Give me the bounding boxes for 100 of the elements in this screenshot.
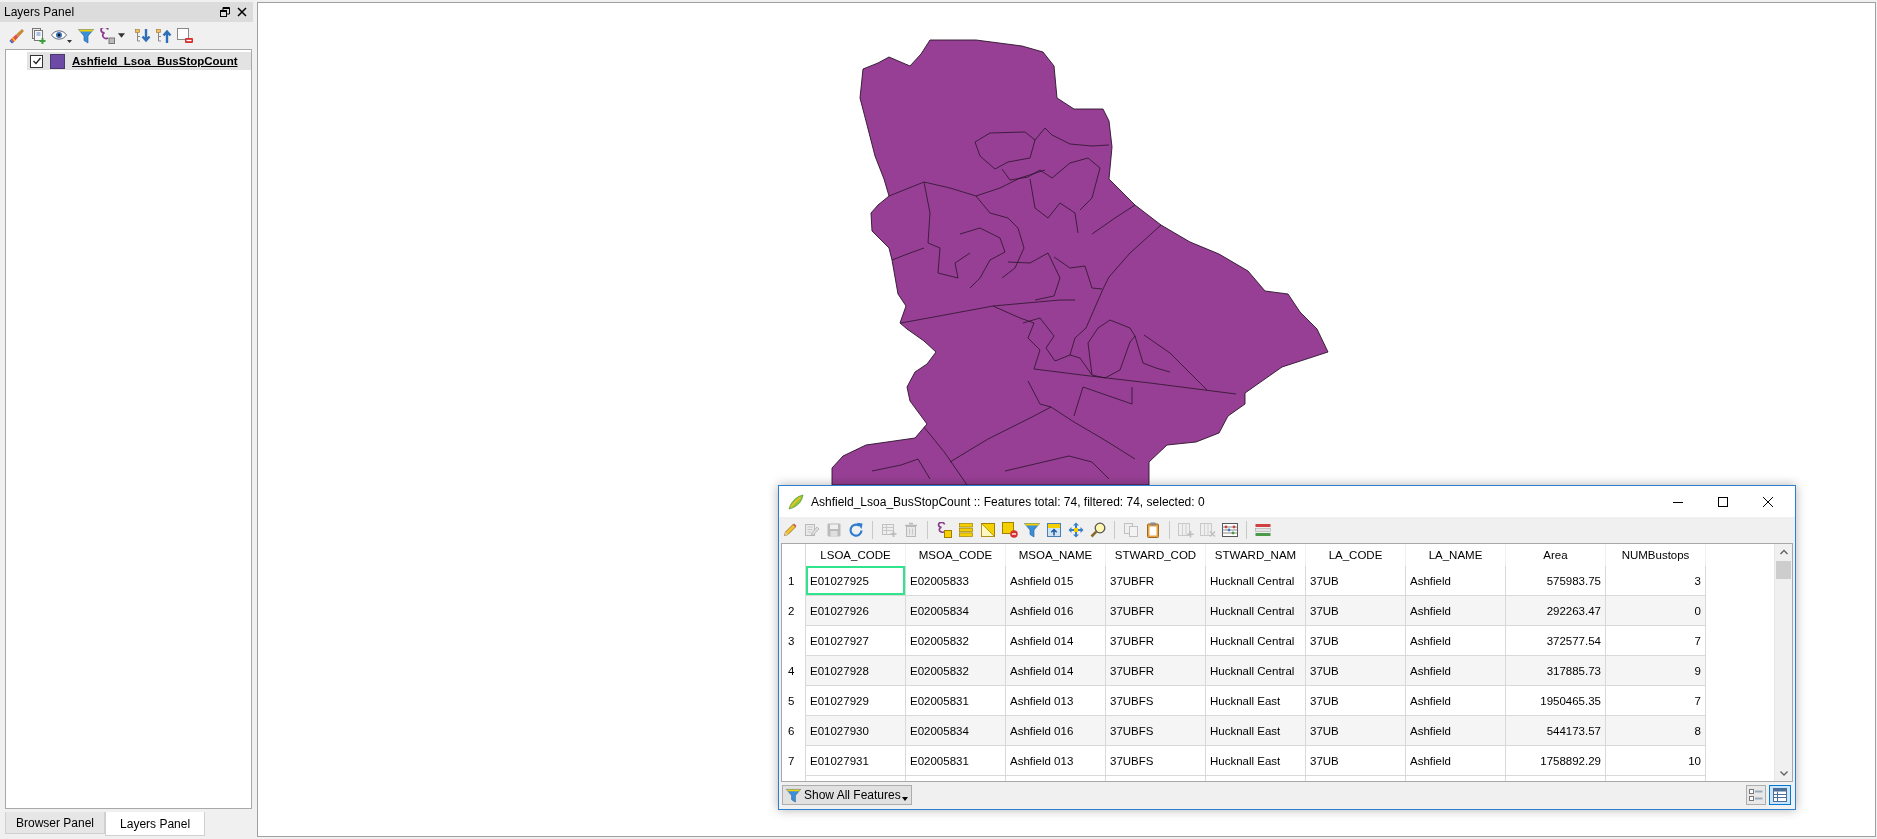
expression-select-icon[interactable] <box>936 522 952 538</box>
show-all-features-button[interactable]: Show All Features <box>782 785 912 805</box>
table-cell: Ashfield 014 <box>1006 656 1106 686</box>
table-cell: Hucknall Central <box>1206 626 1306 656</box>
table-cell: Ashfield <box>1406 656 1506 686</box>
table-cell: 0 <box>1606 596 1706 626</box>
table-cell: 37UBFR <box>1106 626 1206 656</box>
table-cell: Hucknall East <box>1206 686 1306 716</box>
table-cell: E01027925 <box>806 566 906 596</box>
zoom-icon[interactable] <box>1090 522 1106 538</box>
add-group-icon[interactable] <box>30 27 46 44</box>
table-cell: E02005832 <box>906 626 1006 656</box>
table-cell: Hucknall East <box>1206 716 1306 746</box>
table-cell: 37UBFR <box>1106 566 1206 596</box>
form-view-icon[interactable] <box>1746 785 1766 805</box>
table-cell: Ashfield 016 <box>1006 596 1106 626</box>
pencil-icon[interactable] <box>782 522 798 538</box>
table-cell: 544173.57 <box>1506 716 1606 746</box>
invert-selection-icon[interactable] <box>980 522 996 538</box>
layer-row[interactable]: Ashfield_Lsoa_BusStopCount <box>27 52 251 70</box>
eye-dropdown-icon[interactable] <box>51 27 73 44</box>
table-cell: 37UB <box>1306 656 1406 686</box>
table-cell: Hucknall East <box>1206 746 1306 776</box>
leaf-icon <box>788 493 804 510</box>
table-cell: Ashfield <box>1406 746 1506 776</box>
panel-tab[interactable]: Browser Panel <box>5 812 106 834</box>
pan-icon[interactable] <box>1068 522 1084 538</box>
table-cell: Ashfield <box>1406 686 1506 716</box>
expression-icon[interactable] <box>99 27 115 44</box>
expand-all-icon[interactable] <box>135 27 151 44</box>
table-cell: E01027926 <box>806 596 906 626</box>
table-cell: Hucknall Central <box>1206 656 1306 686</box>
table-cell: E02005833 <box>906 566 1006 596</box>
table-cell: 10 <box>1606 746 1706 776</box>
table-cell: E02005834 <box>906 596 1006 626</box>
table-cell: Ashfield <box>1406 566 1506 596</box>
panel-title: Layers Panel <box>4 5 75 19</box>
filter-icon[interactable] <box>78 27 94 44</box>
scroll-thumb[interactable] <box>1776 561 1791 579</box>
scrollbar-track[interactable] <box>1774 544 1792 781</box>
table-cell: Ashfield 015 <box>1006 566 1106 596</box>
table-cell: 8 <box>1606 716 1706 746</box>
table-cell: 372577.54 <box>1506 626 1606 656</box>
table-cell: 3 <box>1606 566 1706 596</box>
layer-checkbox[interactable] <box>30 54 43 68</box>
table-cell: 37UB <box>1306 746 1406 776</box>
table-cell: 7 <box>1606 686 1706 716</box>
table-cell: Ashfield 013 <box>1006 686 1106 716</box>
close-icon[interactable] <box>237 7 247 17</box>
deselect-icon[interactable] <box>1002 522 1018 538</box>
table-cell: 37UB <box>1306 686 1406 716</box>
table-cell: 37UBFS <box>1106 686 1206 716</box>
table-cell: 292263.47 <box>1506 596 1606 626</box>
table-cell: 37UB <box>1306 596 1406 626</box>
table-cell: Ashfield <box>1406 716 1506 746</box>
collapse-all-icon[interactable] <box>156 27 172 44</box>
table-cell: 37UBFS <box>1106 746 1206 776</box>
table-cell: 37UB <box>1306 626 1406 656</box>
table-cell: E01027928 <box>806 656 906 686</box>
table-cell: 575983.75 <box>1506 566 1606 596</box>
table-cell: 317885.73 <box>1506 656 1606 686</box>
table-cell: 1758892.29 <box>1506 746 1606 776</box>
conditional-format-icon[interactable] <box>1255 522 1271 538</box>
table-cell: E01027930 <box>806 716 906 746</box>
table-cell: E02005831 <box>906 746 1006 776</box>
refresh-icon[interactable] <box>848 522 864 538</box>
panel-tab[interactable]: Layers Panel <box>105 812 206 836</box>
table-cell: 37UB <box>1306 566 1406 596</box>
layer-name: Ashfield_Lsoa_BusStopCount <box>72 55 238 67</box>
table-cell: E02005834 <box>906 716 1006 746</box>
select-all-icon[interactable] <box>958 522 974 538</box>
table-cell: E02005831 <box>906 686 1006 716</box>
table-cell: 37UBFR <box>1106 596 1206 626</box>
table-cell: Ashfield 016 <box>1006 716 1106 746</box>
table-cell: 9 <box>1606 656 1706 686</box>
caret-icon[interactable] <box>118 33 125 38</box>
table-cell: 1950465.35 <box>1506 686 1606 716</box>
table-cell: 37UBFS <box>1106 716 1206 746</box>
table-view-icon[interactable] <box>1769 785 1791 805</box>
float-icon[interactable] <box>220 7 230 17</box>
caret-icon <box>901 797 908 801</box>
table-cell: Ashfield 013 <box>1006 746 1106 776</box>
map-canvas[interactable] <box>257 2 1876 837</box>
window-title: Ashfield_Lsoa_BusStopCount :: Features total: 74, filtered: 74, selected: 0 <box>811 494 1205 509</box>
table-cell: E01027929 <box>806 686 906 716</box>
table-cell: 7 <box>1606 626 1706 656</box>
filter-icon[interactable] <box>1024 522 1040 538</box>
table-cell: Ashfield <box>1406 596 1506 626</box>
table-cell: 37UBFR <box>1106 656 1206 686</box>
maximize-icon[interactable] <box>1718 496 1728 507</box>
filter-icon <box>786 787 801 803</box>
move-to-top-icon[interactable] <box>1046 522 1062 538</box>
table-cell: E01027931 <box>806 746 906 776</box>
table-cell: Ashfield 014 <box>1006 626 1106 656</box>
paste-icon[interactable] <box>1145 522 1161 538</box>
paintbrush-icon[interactable] <box>9 27 25 44</box>
table-cell: 37UB <box>1306 716 1406 746</box>
close-icon[interactable] <box>1763 496 1773 507</box>
abacus-icon[interactable] <box>1222 522 1238 538</box>
remove-layer-icon[interactable] <box>177 27 193 44</box>
